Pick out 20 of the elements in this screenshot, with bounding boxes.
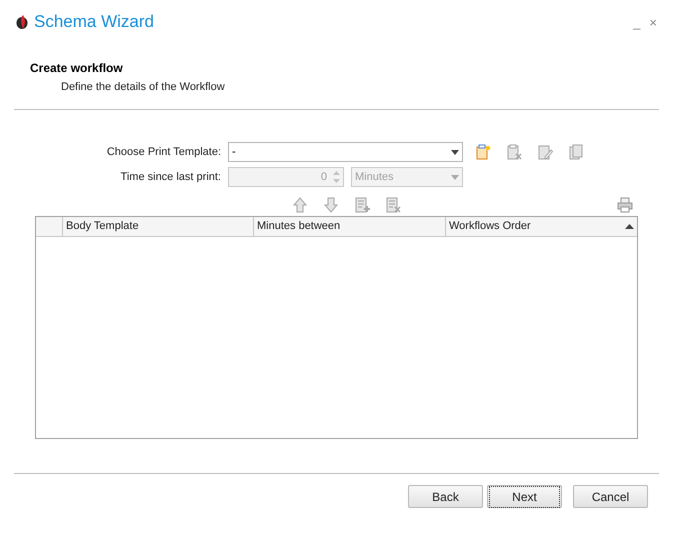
page-description: Define the details of the Workflow: [60, 80, 226, 95]
logo-icon: [16, 14, 29, 30]
column-header[interactable]: Body Template: [63, 217, 254, 236]
new-document-icon[interactable]: [475, 144, 491, 160]
next-button[interactable]: Next: [487, 485, 562, 508]
dropdown-caret-icon: [451, 174, 459, 180]
column-header[interactable]: Workflows Order: [446, 217, 637, 236]
spinner-arrows-icon: [333, 170, 340, 184]
cancel-button[interactable]: Cancel: [573, 485, 648, 508]
column-header[interactable]: Minutes between: [254, 217, 446, 236]
minimize-button[interactable]: _: [633, 16, 640, 28]
back-button[interactable]: Back: [408, 485, 483, 508]
field-label: Time since last print:: [120, 170, 221, 185]
dropdown-caret-icon: [451, 150, 459, 154]
page-heading: Create workflow: [30, 60, 124, 77]
window-title: Schema Wizard: [34, 11, 154, 34]
template-dropdown[interactable]: -: [228, 142, 463, 162]
close-button[interactable]: ×: [649, 16, 657, 28]
printer-icon[interactable]: [617, 197, 633, 213]
field-label: Choose Print Template:: [106, 144, 221, 160]
